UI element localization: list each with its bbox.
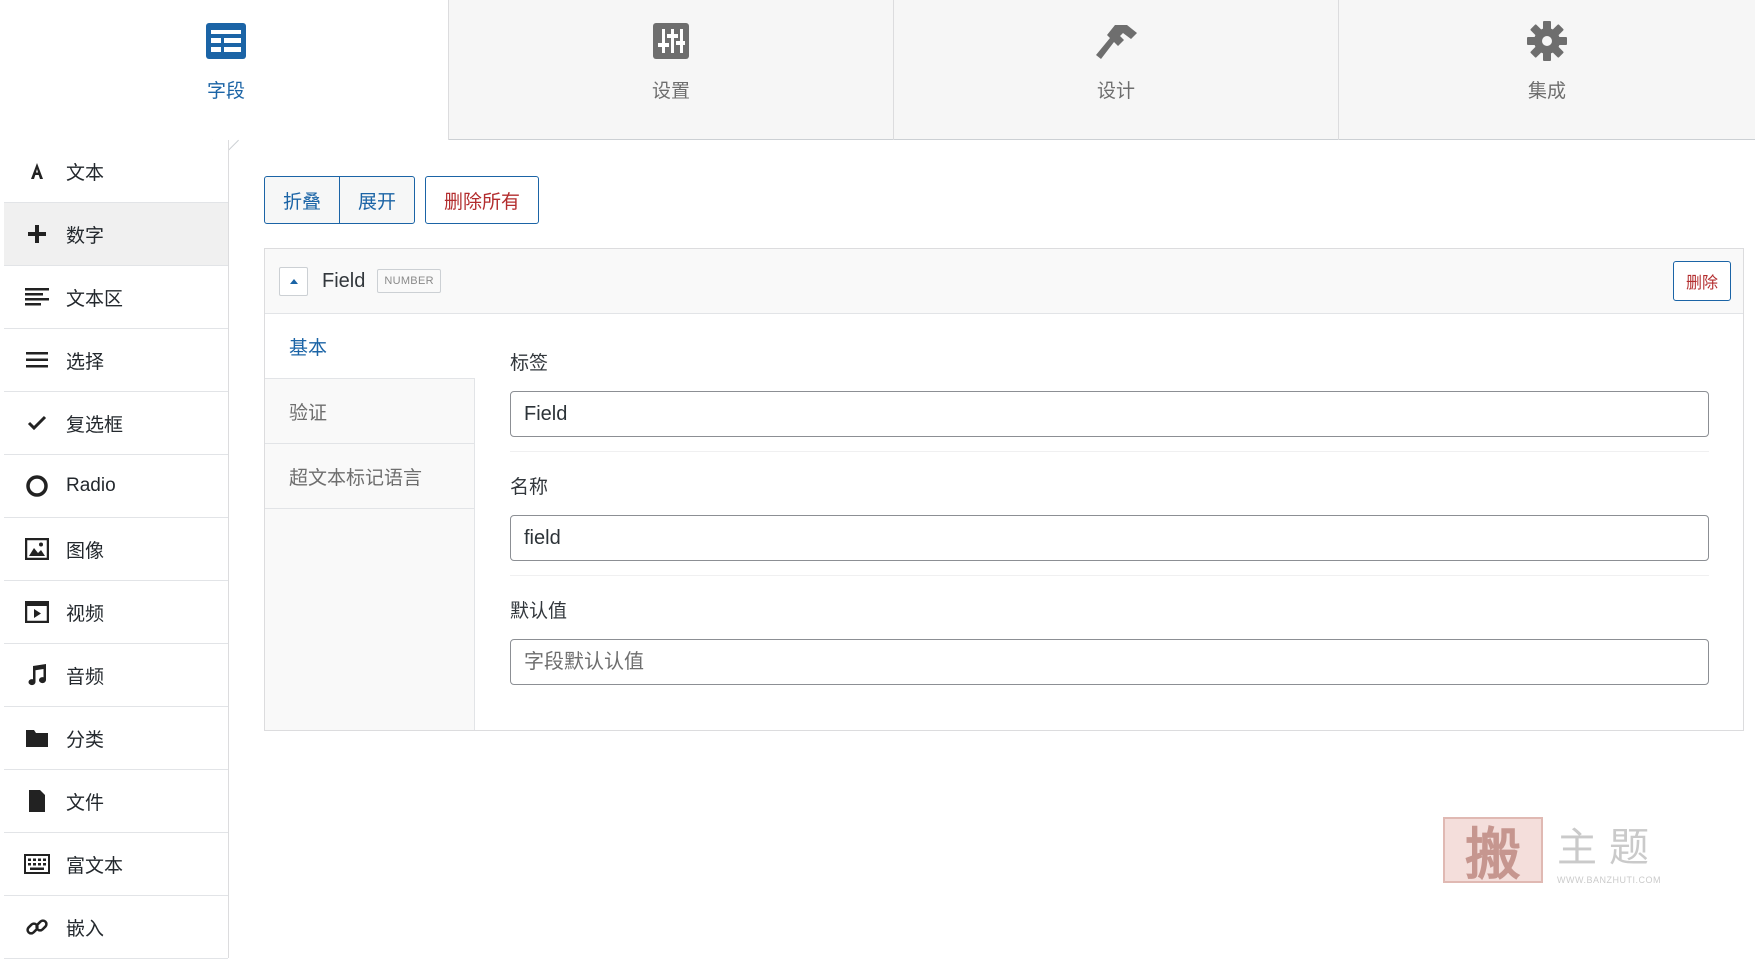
tab-design-label: 设计 (1096, 81, 1135, 102)
tab-html[interactable]: 超文本标记语言 (265, 444, 474, 509)
sidebar-item-select[interactable]: 选择 (4, 329, 228, 392)
sidebar-item-audio[interactable]: 音频 (4, 644, 228, 707)
music-note-icon (22, 660, 52, 690)
default-value-label: 默认值 (510, 601, 568, 622)
caret-up-icon (289, 279, 298, 284)
name-group: 名称 (510, 472, 1709, 576)
image-icon (22, 534, 52, 564)
hammer-icon (1093, 18, 1139, 64)
field-type-sidebar: 文本 数字 文本区 选择 复选框 Radio 图像 视频 音频 分类 文件 富文… (4, 140, 229, 959)
field-card: Field NUMBER 删除 基本 验证 超文本标记语言 标签 名称 默认值 (264, 248, 1744, 731)
field-title: Field (322, 269, 366, 292)
field-type-badge: NUMBER (377, 269, 441, 293)
label-input[interactable] (510, 391, 1709, 437)
collapse-button[interactable]: 折叠 (264, 176, 341, 224)
link-icon (22, 912, 52, 942)
sidebar-item-file[interactable]: 文件 (4, 770, 228, 833)
sidebar-item-label: 分类 (66, 729, 105, 751)
sidebar-item-label: 选择 (66, 351, 105, 373)
default-value-group: 默认值 (510, 596, 1709, 699)
sidebar-item-checkbox[interactable]: 复选框 (4, 392, 228, 455)
sidebar-item-label: 音频 (66, 666, 105, 688)
sidebar-item-label: 视频 (66, 603, 105, 625)
sidebar-item-textarea[interactable]: 文本区 (4, 266, 228, 329)
sidebar-item-label: 嵌入 (66, 918, 105, 940)
radio-circle-icon (22, 471, 52, 501)
tab-validation[interactable]: 验证 (265, 379, 474, 444)
gear-icon (1524, 18, 1570, 64)
delete-field-button[interactable]: 删除 (1672, 261, 1731, 301)
field-header[interactable]: Field NUMBER 删除 (265, 249, 1743, 314)
sidebar-item-category[interactable]: 分类 (4, 707, 228, 770)
keyboard-icon (22, 849, 52, 879)
field-settings-tabs: 基本 验证 超文本标记语言 (265, 314, 475, 730)
sidebar-item-label: 复选框 (66, 414, 124, 436)
sidebar-item-label: 数字 (66, 225, 105, 247)
expand-button[interactable]: 展开 (339, 176, 416, 224)
sliders-icon (648, 18, 694, 64)
tab-fields-label: 字段 (206, 81, 245, 102)
label-group: 标签 (510, 348, 1709, 452)
video-icon (22, 597, 52, 627)
name-field-label: 名称 (510, 477, 549, 498)
basic-settings-form: 标签 名称 默认值 (475, 314, 1743, 730)
sidebar-item-image[interactable]: 图像 (4, 518, 228, 581)
field-body: 基本 验证 超文本标记语言 标签 名称 默认值 (265, 314, 1743, 730)
label-field-label: 标签 (510, 353, 549, 374)
tab-design[interactable]: 设计 (894, 0, 1339, 140)
sidebar-item-richtext[interactable]: 富文本 (4, 833, 228, 896)
top-tab-bar: 字段 设置 设计 集成 (4, 0, 1755, 140)
tab-integrations-label: 集成 (1527, 81, 1566, 102)
delete-all-button[interactable]: 删除所有 (425, 176, 540, 224)
file-icon (22, 786, 52, 816)
sidebar-item-label: 图像 (66, 540, 105, 562)
list-icon (22, 345, 52, 375)
sidebar-item-label: 文本区 (66, 288, 124, 310)
watermark-seal: 搬 (1443, 817, 1543, 888)
sidebar-item-text[interactable]: 文本 (4, 140, 228, 203)
tab-basic[interactable]: 基本 (265, 314, 475, 379)
collapse-field-toggle[interactable] (279, 266, 308, 296)
field-layout-icon (203, 18, 249, 64)
plus-icon (22, 219, 52, 249)
paragraph-icon (22, 282, 52, 312)
tab-fields[interactable]: 字段 (4, 0, 449, 140)
sidebar-item-label: 文件 (66, 792, 105, 814)
tab-settings-label: 设置 (651, 81, 690, 102)
sidebar-item-label: Radio (66, 475, 116, 496)
default-value-input[interactable] (510, 639, 1709, 685)
watermark-title: 主题 (1557, 825, 1661, 871)
sidebar-item-radio[interactable]: Radio (4, 455, 228, 518)
tab-integrations[interactable]: 集成 (1339, 0, 1755, 140)
sidebar-item-video[interactable]: 视频 (4, 581, 228, 644)
watermark-text: 主题 WWW.BANZHUTI.COM (1557, 815, 1661, 885)
folder-icon (22, 723, 52, 753)
tab-settings[interactable]: 设置 (449, 0, 894, 140)
name-input[interactable] (510, 515, 1709, 561)
watermark-url: WWW.BANZHUTI.COM (1557, 875, 1661, 885)
sidebar-item-label: 文本 (66, 162, 105, 184)
sidebar-item-number[interactable]: 数字 (4, 203, 228, 266)
sidebar-item-embed[interactable]: 嵌入 (4, 896, 228, 959)
field-toolbar: 折叠 展开 删除所有 (264, 176, 540, 224)
sidebar-item-label: 富文本 (66, 855, 124, 877)
watermark-logo: 搬 主题 WWW.BANZHUTI.COM (1443, 815, 1661, 888)
checkmark-icon (22, 408, 52, 438)
text-a-icon (22, 156, 52, 186)
